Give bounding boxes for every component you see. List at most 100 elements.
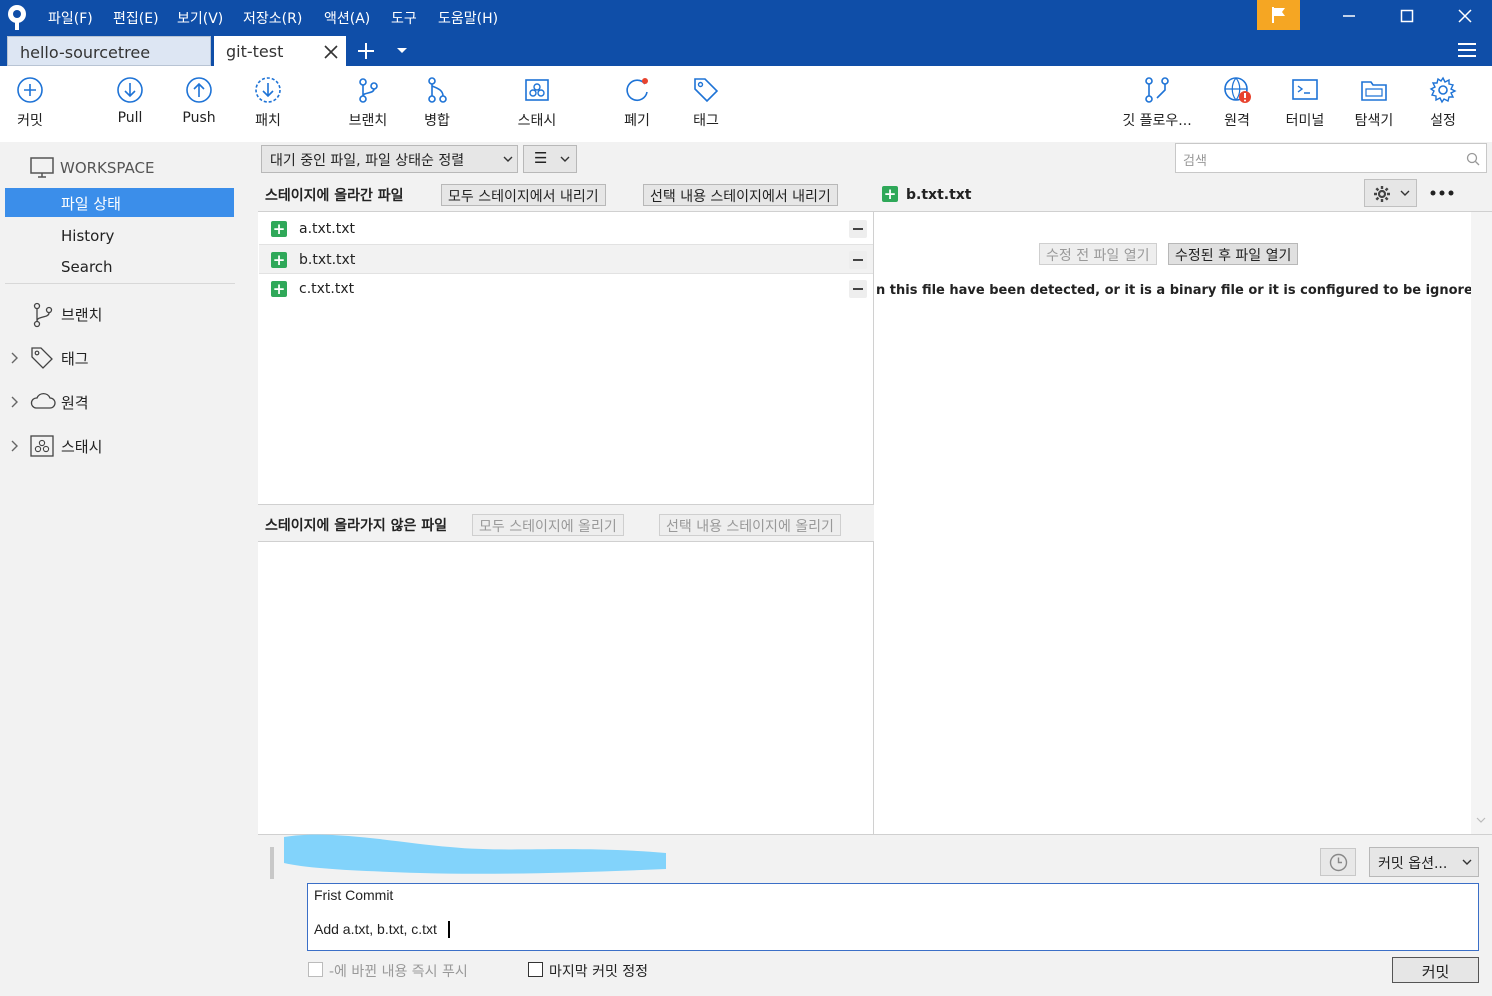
gitflow-toolbar-button[interactable]: 깃 플로우... <box>1115 76 1199 130</box>
commit-toolbar-button[interactable]: 커밋 <box>0 76 65 130</box>
commit-button-label: 커밋 <box>1421 963 1450 981</box>
list-view-icon: ☰ <box>534 149 548 167</box>
menu-actions[interactable]: 액션(A) <box>324 8 370 28</box>
staged-file-row[interactable]: + a.txt.txt <box>259 214 873 244</box>
close-window-button[interactable] <box>1436 0 1492 32</box>
added-icon: + <box>271 251 287 269</box>
sidebar-item-branches[interactable]: 브랜치 <box>0 300 258 328</box>
stash-icon <box>525 79 549 101</box>
discard-toolbar-button[interactable]: 폐기 <box>602 76 672 130</box>
push-now-checkbox[interactable] <box>308 962 323 977</box>
branch-icon <box>33 302 53 328</box>
pull-toolbar-button[interactable]: Pull <box>95 76 165 126</box>
staged-file-row[interactable]: + c.txt.txt <box>259 274 873 304</box>
amend-checkbox[interactable] <box>528 962 543 977</box>
patch-toolbar-button[interactable]: 패치 <box>233 76 303 130</box>
remote-toolbar-button[interactable]: 원격 <box>1202 76 1272 130</box>
monitor-icon <box>30 157 54 178</box>
added-icon: + <box>271 220 287 238</box>
settings-toolbar-button[interactable]: 설정 <box>1408 76 1478 130</box>
tag-toolbar-button[interactable]: 태그 <box>671 76 741 130</box>
unstage-file-button[interactable] <box>849 251 867 269</box>
close-tab-icon[interactable] <box>324 45 338 59</box>
stage-selected-button[interactable]: 선택 내용 스테이지에 올리기 <box>659 514 841 536</box>
chevron-right-icon[interactable] <box>10 396 20 408</box>
tab-label: hello-sourcetree <box>20 43 151 62</box>
diff-options-dropdown[interactable] <box>1364 179 1417 207</box>
filter-bar: 대기 중인 파일, 파일 상태순 정렬 ☰ 검색 <box>258 142 1492 176</box>
menu-tools[interactable]: 도구 <box>391 8 417 28</box>
commit-message-input[interactable]: Frist Commit Add a.txt, b.txt, c.txt <box>307 883 1479 951</box>
pull-icon <box>117 77 143 103</box>
search-field[interactable]: 검색 <box>1175 143 1487 173</box>
scroll-down-icon[interactable] <box>1476 817 1486 825</box>
sort-dropdown[interactable]: 대기 중인 파일, 파일 상태순 정렬 <box>261 145 518 173</box>
maximize-button[interactable] <box>1378 0 1436 32</box>
terminal-toolbar-button[interactable]: 터미널 <box>1270 76 1340 130</box>
tab-label: git-test <box>226 42 284 61</box>
chevron-down-icon <box>1400 190 1410 196</box>
sidebar-item-history[interactable]: History <box>0 222 258 250</box>
sidebar-item-search[interactable]: Search <box>0 253 258 281</box>
merge-toolbar-button[interactable]: 병합 <box>402 76 472 130</box>
commit-button[interactable]: 커밋 <box>1392 957 1479 983</box>
explorer-folder-icon <box>1361 81 1387 101</box>
sidebar-item-file-status[interactable]: 파일 상태 <box>5 188 234 217</box>
flag-button[interactable] <box>1257 0 1300 30</box>
menu-edit[interactable]: 편집(E) <box>113 8 159 28</box>
stage-all-button[interactable]: 모두 스테이지에 올리기 <box>472 514 624 536</box>
commit-message-line: Frist Commit <box>314 887 394 903</box>
more-options-icon[interactable] <box>1430 190 1454 196</box>
sidebar-item-label: 태그 <box>61 350 89 368</box>
tab-dropdown-icon[interactable] <box>396 47 408 55</box>
new-tab-icon[interactable] <box>357 42 375 60</box>
chevron-down-icon <box>560 156 570 162</box>
menu-help[interactable]: 도움말(H) <box>438 8 498 28</box>
commit-options-dropdown[interactable]: 커밋 옵션... <box>1369 847 1479 877</box>
sidebar-item-label: History <box>61 227 115 245</box>
explorer-label: 탐색기 <box>1354 113 1394 129</box>
sidebar-item-tags[interactable]: 태그 <box>0 344 258 372</box>
sidebar-item-remotes[interactable]: 원격 <box>0 388 258 416</box>
explorer-toolbar-button[interactable]: 탐색기 <box>1339 76 1409 130</box>
view-mode-dropdown[interactable]: ☰ <box>523 145 577 173</box>
sidebar-item-label: 원격 <box>61 394 89 412</box>
branch-toolbar-button[interactable]: 브랜치 <box>333 76 403 130</box>
menu-repository[interactable]: 저장소(R) <box>243 8 302 28</box>
stash-label: 스태시 <box>517 113 557 129</box>
push-toolbar-button[interactable]: Push <box>164 76 234 126</box>
unstage-file-button[interactable] <box>849 280 867 298</box>
diff-file-name: b.txt.txt <box>906 187 972 203</box>
unstaged-title: 스테이지에 올라가지 않은 파일 <box>265 518 448 534</box>
commit-message-line: Add a.txt, b.txt, c.txt <box>314 921 437 937</box>
menu-file[interactable]: 파일(F) <box>48 8 93 28</box>
main-toolbar: 커밋 Pull Push 패치 브랜치 병합 스태시 폐기 태그 깃 플로우..… <box>0 66 1492 142</box>
settings-label: 설정 <box>1430 113 1456 129</box>
tab-hello-sourcetree[interactable]: hello-sourcetree <box>7 36 211 66</box>
staged-file-row-selected[interactable]: + b.txt.txt <box>259 244 873 274</box>
sidebar-item-stashes[interactable]: 스태시 <box>0 432 258 460</box>
unstage-file-button[interactable] <box>849 220 867 238</box>
open-after-button[interactable]: 수정된 후 파일 열기 <box>1168 243 1299 265</box>
hamburger-menu-icon[interactable] <box>1457 42 1477 58</box>
stash-toolbar-button[interactable]: 스태시 <box>502 76 572 130</box>
patch-label: 패치 <box>255 113 281 129</box>
commit-history-button[interactable] <box>1320 848 1356 876</box>
diff-scrollbar[interactable] <box>1471 212 1492 834</box>
minimize-button[interactable] <box>1320 0 1378 32</box>
chevron-right-icon[interactable] <box>10 352 20 364</box>
redacted-author-scribble <box>284 834 666 874</box>
maximize-icon <box>1400 9 1414 23</box>
open-before-button[interactable]: 수정 전 파일 열기 <box>1039 243 1157 265</box>
tag-icon <box>31 347 53 369</box>
unstage-all-button[interactable]: 모두 스테이지에서 내리기 <box>441 184 606 206</box>
unstage-selected-button[interactable]: 선택 내용 스테이지에서 내리기 <box>643 184 838 206</box>
file-name: c.txt.txt <box>299 281 355 297</box>
menu-view[interactable]: 보기(V) <box>177 8 223 28</box>
cloud-icon <box>30 392 56 409</box>
push-icon <box>186 77 212 103</box>
staged-title: 스테이지에 올라간 파일 <box>265 188 404 204</box>
commit-options-label: 커밋 옵션... <box>1378 856 1448 872</box>
tab-git-test[interactable]: git-test <box>214 36 346 66</box>
chevron-right-icon[interactable] <box>10 440 20 452</box>
